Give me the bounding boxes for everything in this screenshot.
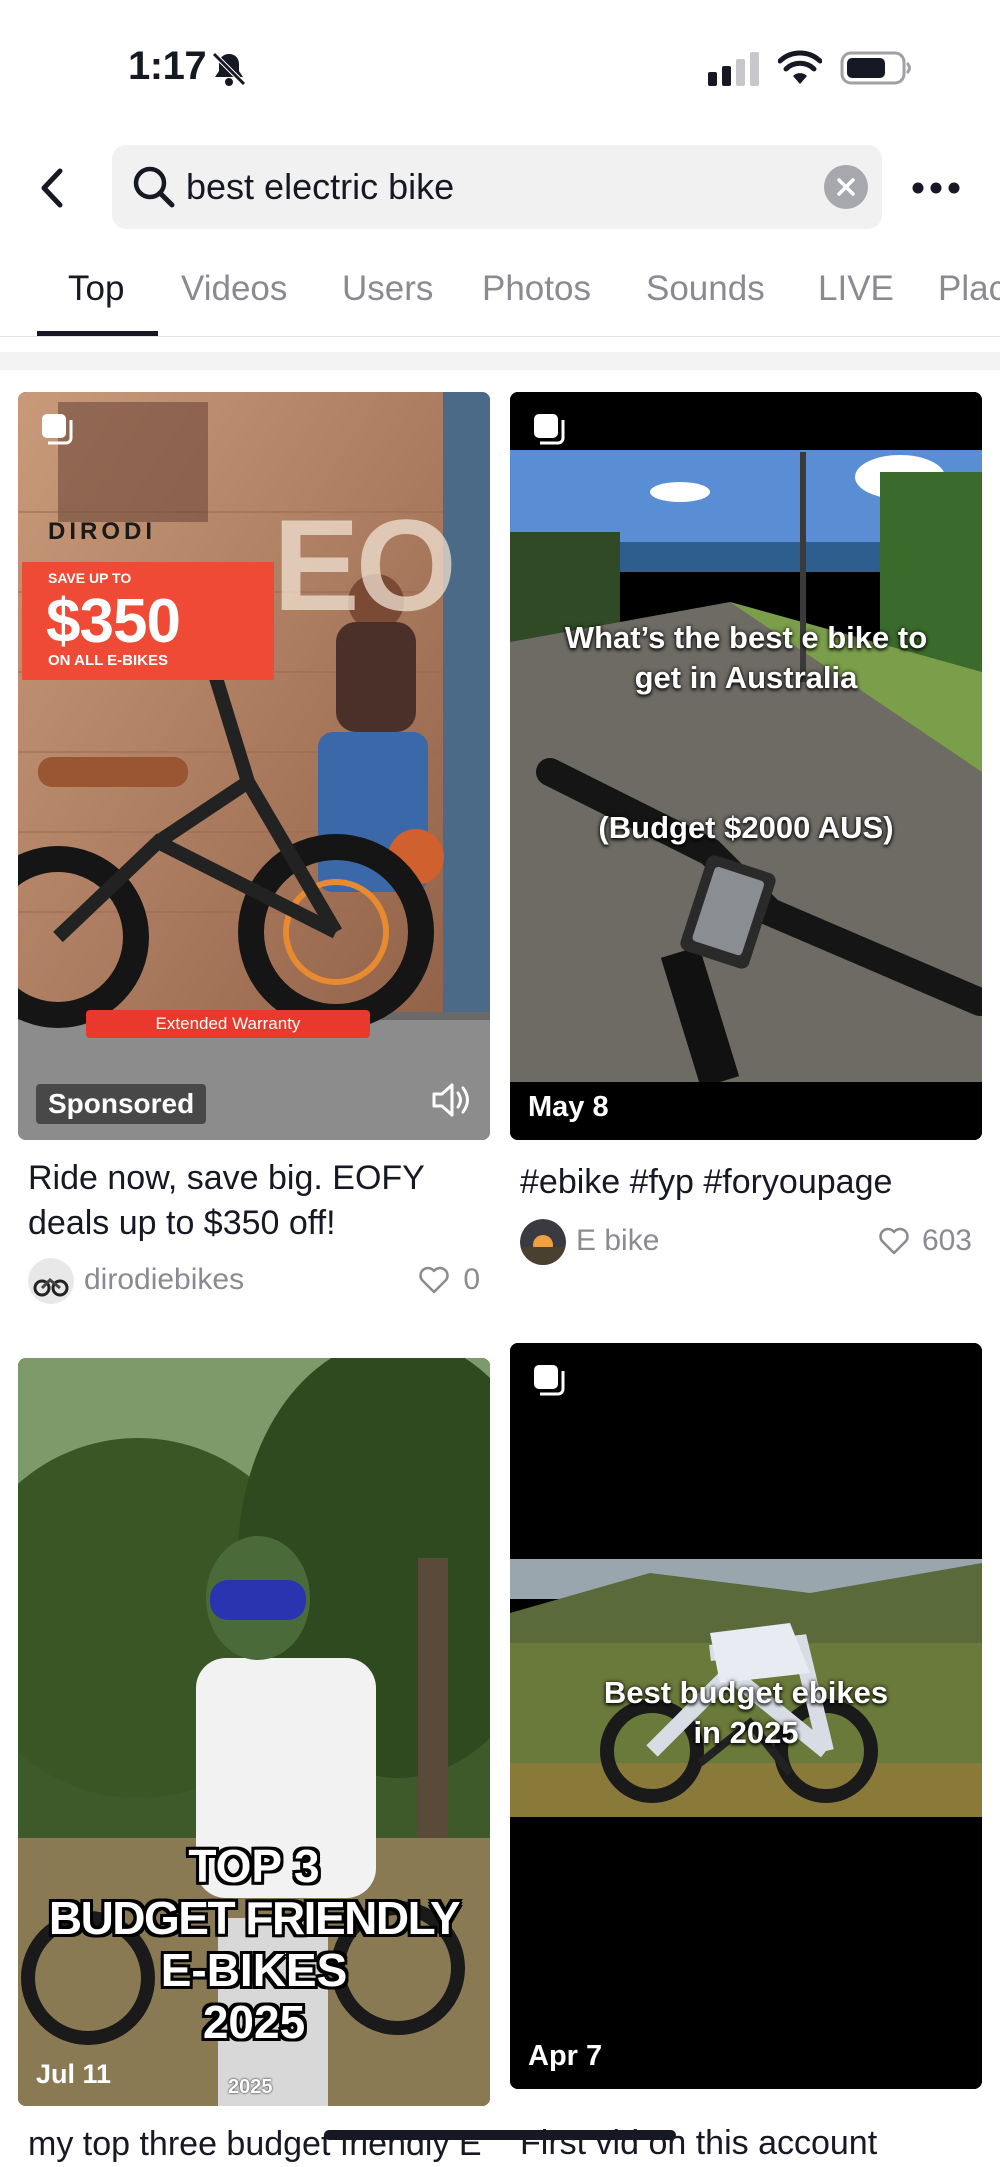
overlay-line: 2025 xyxy=(202,1996,306,2048)
tab-videos[interactable]: Videos xyxy=(181,269,287,309)
video-caption[interactable]: First vid on this account xyxy=(520,2121,980,2166)
overlay-title: What’s the best e bike to get in Austral… xyxy=(564,620,928,695)
video-caption[interactable]: Ride now, save big. EOFY deals up to $35… xyxy=(28,1156,488,1246)
battery-icon xyxy=(840,51,911,85)
video-caption[interactable]: #ebike #fyp #foryoupage xyxy=(520,1160,980,1205)
brand-logo-text: DIRODI xyxy=(48,518,156,545)
video-card[interactable]: What’s the best e bike to get in Austral… xyxy=(510,392,982,1312)
post-date: May 8 xyxy=(528,1091,609,1123)
tab-photos[interactable]: Photos xyxy=(482,269,591,309)
status-time: 1:17 xyxy=(128,44,207,88)
sponsored-badge: Sponsored xyxy=(36,1084,207,1124)
video-thumbnail[interactable]: What’s the best e bike to get in Austral… xyxy=(510,392,982,1140)
photo-carousel-icon xyxy=(42,414,73,445)
cellular-signal-icon xyxy=(708,52,759,86)
avatar[interactable] xyxy=(28,1258,74,1304)
close-icon xyxy=(837,178,855,196)
active-tab-indicator xyxy=(37,331,158,336)
heart-icon xyxy=(419,1266,449,1294)
tab-places[interactable]: Plac xyxy=(938,269,1000,309)
clear-search-button[interactable] xyxy=(824,165,868,209)
video-card[interactable]: TOP 3 BUDGET FRIENDLY E-BIKES 2025 2025 … xyxy=(18,1358,490,2167)
search-tabs: Top Videos Users Photos Sounds LIVE Plac xyxy=(0,255,1000,337)
big-letters: EO xyxy=(273,492,457,638)
video-card[interactable]: DIRODI EO SAVE UP TO $350 ON ALL E-BIKES… xyxy=(18,392,490,1312)
sale-top-text: SAVE UP TO xyxy=(48,570,132,586)
overlay-line: BUDGET FRIENDLY xyxy=(48,1892,461,1944)
like-count: 0 xyxy=(463,1263,480,1296)
heart-icon xyxy=(879,1227,909,1255)
warranty-banner: Extended Warranty xyxy=(86,1010,370,1038)
home-indicator[interactable] xyxy=(324,2130,676,2140)
status-bar: 1:17 xyxy=(0,0,1000,130)
search-box[interactable] xyxy=(112,145,882,229)
bell-muted-icon xyxy=(212,52,246,86)
author-row[interactable]: dirodiebikes 0 xyxy=(28,1256,490,1306)
tab-sounds[interactable]: Sounds xyxy=(646,269,765,309)
warranty-text: Extended Warranty xyxy=(155,1014,301,1033)
search-input[interactable] xyxy=(186,145,786,229)
divider xyxy=(0,352,1000,370)
author-name[interactable]: E bike xyxy=(576,1224,659,1258)
video-card[interactable]: Best budget ebikes in 2025 Apr 7 First v… xyxy=(510,1343,982,2167)
search-icon xyxy=(133,166,175,208)
search-header xyxy=(0,145,1000,231)
more-options-icon[interactable] xyxy=(908,173,964,203)
shirt-text: 2025 xyxy=(228,2076,273,2098)
sound-on-icon[interactable] xyxy=(430,1080,474,1120)
photo-carousel-icon xyxy=(534,1365,565,1396)
video-thumbnail[interactable]: DIRODI EO SAVE UP TO $350 ON ALL E-BIKES… xyxy=(18,392,490,1140)
tab-top[interactable]: Top xyxy=(68,269,124,309)
back-button[interactable] xyxy=(30,161,74,215)
wifi-icon xyxy=(778,50,822,84)
post-date: Apr 7 xyxy=(528,2040,603,2072)
overlay-title: Best budget ebikes in 2025 xyxy=(603,1675,889,1750)
video-caption[interactable]: my top three budget friendly E bikes... xyxy=(28,2122,488,2167)
post-date: Jul 11 xyxy=(36,2059,112,2089)
photo-carousel-icon xyxy=(534,414,565,445)
overlay-line: E-BIKES xyxy=(160,1944,348,1996)
sale-banner: SAVE UP TO $350 ON ALL E-BIKES xyxy=(22,562,274,680)
overlay-subtitle: (Budget $2000 AUS) xyxy=(598,810,894,845)
overlay-title: TOP 3 BUDGET FRIENDLY E-BIKES 2025 xyxy=(18,1840,490,2048)
sale-amount: $350 xyxy=(46,587,181,656)
road-ebike-image xyxy=(510,392,982,1140)
tab-live[interactable]: LIVE xyxy=(818,269,894,309)
tab-users[interactable]: Users xyxy=(342,269,433,309)
video-thumbnail[interactable]: TOP 3 BUDGET FRIENDLY E-BIKES 2025 2025 … xyxy=(18,1358,490,2106)
overlay-line: TOP 3 xyxy=(188,1840,320,1892)
video-thumbnail[interactable]: Best budget ebikes in 2025 Apr 7 xyxy=(510,1343,982,2089)
avatar[interactable] xyxy=(520,1219,566,1265)
author-name[interactable]: dirodiebikes xyxy=(84,1263,244,1297)
like-count: 603 xyxy=(921,1224,972,1257)
sale-bottom-text: ON ALL E-BIKES xyxy=(48,652,169,669)
author-row[interactable]: E bike 603 xyxy=(520,1217,982,1267)
